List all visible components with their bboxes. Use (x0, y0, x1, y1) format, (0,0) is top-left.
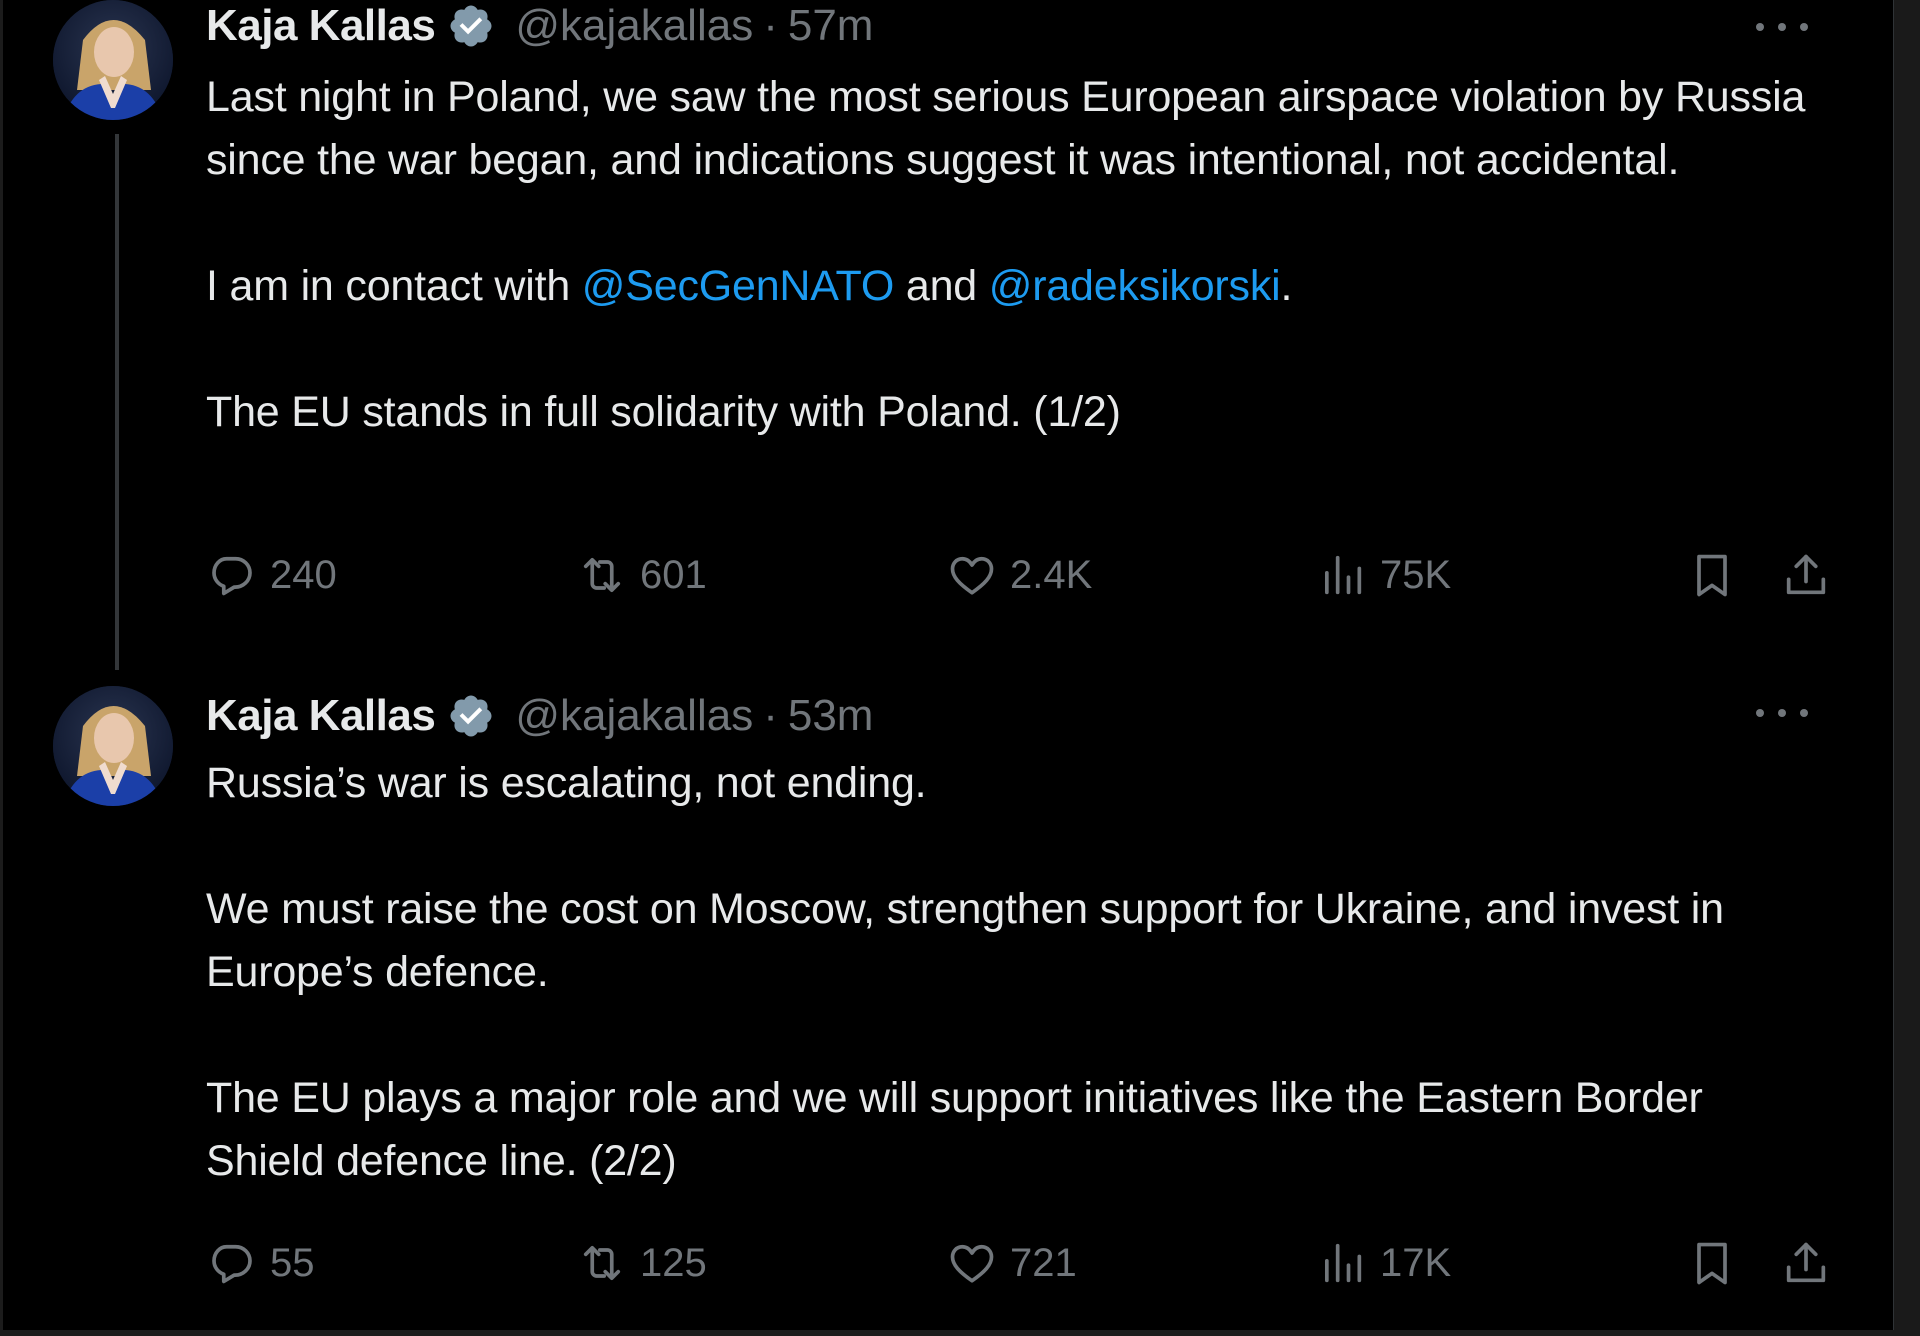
like-count: 2.4K (1010, 552, 1093, 597)
share-icon (1786, 1242, 1826, 1283)
tweet-paragraph: The EU plays a major role and we will su… (206, 1074, 1703, 1185)
tweet-paragraph: The EU stands in full solidarity with Po… (206, 388, 1121, 436)
tweet-paragraph: I am in contact with @SecGenNATO and @ra… (206, 255, 1826, 318)
like-button[interactable]: 721 (946, 1233, 1077, 1293)
tweet-2[interactable]: Kaja Kallas @kajakallas · 53m Russia’s w… (0, 686, 1894, 1326)
repost-button[interactable]: 601 (576, 545, 707, 605)
views-icon (1324, 1243, 1362, 1283)
avatar-photo (53, 686, 173, 806)
timestamp[interactable]: 57m (788, 1, 874, 51)
reply-count: 55 (270, 1240, 315, 1285)
verified-badge-icon[interactable] (447, 2, 495, 50)
thread-connector-line (115, 134, 119, 670)
more-icon-dot (1800, 709, 1808, 717)
share-icon (1786, 554, 1826, 595)
avatar-photo (53, 0, 173, 120)
avatar[interactable] (53, 0, 173, 120)
tweet-actions: 240 601 2.4K 75K (206, 545, 1836, 605)
bookmark-icon (1697, 554, 1727, 597)
repost-icon (583, 557, 621, 593)
tweet-1[interactable]: Kaja Kallas @kajakallas · 57m Last night… (0, 0, 1894, 686)
mention-link-radeksikorski[interactable]: @radeksikorski (989, 262, 1281, 310)
avatar[interactable] (53, 686, 173, 806)
tweet-header: Kaja Kallas @kajakallas · 53m (206, 688, 873, 744)
more-icon-dot (1800, 23, 1808, 31)
more-options-button[interactable] (1756, 698, 1808, 728)
more-icon-dot (1778, 23, 1786, 31)
view-count: 17K (1380, 1240, 1452, 1285)
tweet-header: Kaja Kallas @kajakallas · 57m (206, 0, 873, 54)
reply-button[interactable]: 240 (206, 545, 337, 605)
views-icon (1324, 555, 1362, 595)
display-name[interactable]: Kaja Kallas (206, 691, 436, 741)
tweet-paragraph: Russia’s war is escalating, not ending. (206, 759, 927, 807)
reply-button[interactable]: 55 (206, 1233, 315, 1293)
text-fragment: I am in contact with (206, 262, 582, 310)
bookmark-icon (1697, 1242, 1727, 1285)
repost-count: 601 (640, 552, 707, 597)
reply-count: 240 (270, 552, 337, 597)
more-icon-dot (1778, 709, 1786, 717)
views-button[interactable]: 75K (1316, 545, 1451, 605)
window-edge-bottom (0, 1330, 1920, 1336)
tweet-paragraph: Last night in Poland, we saw the most se… (206, 73, 1806, 184)
more-icon (1756, 23, 1764, 31)
repost-count: 125 (640, 1240, 707, 1285)
timestamp[interactable]: 53m (788, 691, 874, 741)
tweet-paragraph: We must raise the cost on Moscow, streng… (206, 885, 1724, 996)
more-options-button[interactable] (1756, 12, 1808, 42)
tweet-text: Last night in Poland, we saw the most se… (206, 66, 1826, 444)
repost-button[interactable]: 125 (576, 1233, 707, 1293)
text-fragment: . (1280, 262, 1293, 310)
separator-dot: · (763, 691, 778, 740)
mention-link-secgennato[interactable]: @SecGenNATO (582, 262, 895, 310)
tweet-text: Russia’s war is escalating, not ending. … (206, 752, 1826, 1193)
heart-icon (950, 556, 994, 595)
separator-dot: · (763, 1, 778, 50)
like-button[interactable]: 2.4K (946, 545, 1092, 605)
share-button[interactable] (1780, 545, 1832, 605)
handle[interactable]: @kajakallas (515, 691, 753, 741)
reply-icon (212, 556, 252, 596)
repost-icon (583, 1245, 621, 1281)
display-name[interactable]: Kaja Kallas (206, 1, 436, 51)
view-count: 75K (1380, 552, 1452, 597)
verified-badge-icon[interactable] (447, 692, 495, 740)
scrollbar-track[interactable] (1893, 0, 1920, 1336)
reply-icon (212, 1244, 252, 1284)
more-icon (1756, 709, 1764, 717)
tweet-actions: 55 125 721 17K (206, 1233, 1836, 1293)
like-count: 721 (1010, 1240, 1077, 1285)
text-fragment: and (894, 262, 989, 310)
bookmark-button[interactable] (1686, 545, 1738, 605)
bookmark-button[interactable] (1686, 1233, 1738, 1293)
share-button[interactable] (1780, 1233, 1832, 1293)
views-button[interactable]: 17K (1316, 1233, 1451, 1293)
heart-icon (950, 1244, 994, 1283)
handle[interactable]: @kajakallas (515, 1, 753, 51)
